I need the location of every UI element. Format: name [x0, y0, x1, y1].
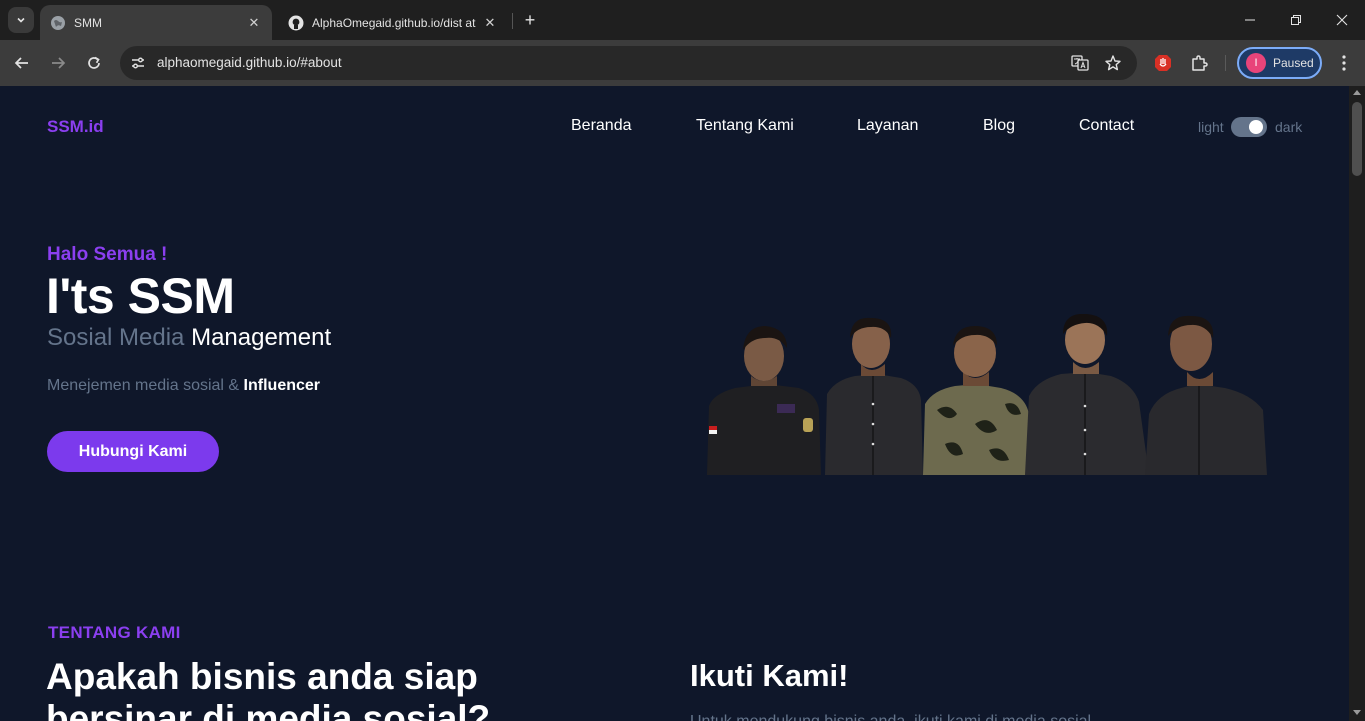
chevron-down-icon: [17, 17, 25, 23]
browser-menu-button[interactable]: [1333, 51, 1355, 75]
hero-subtitle: Sosial Media Management: [47, 324, 331, 352]
page-viewport: SSM.id Beranda Tentang Kami Layanan Blog…: [0, 86, 1349, 721]
light-mode-label: light: [1198, 119, 1224, 135]
bookmark-star-icon[interactable]: [1103, 53, 1123, 73]
tab-title: SMM: [74, 15, 102, 30]
tab-title: AlphaOmegaid.github.io/dist at: [312, 15, 476, 30]
follow-us-text: Untuk mendukung bisnis anda, ikuti kami …: [690, 713, 1091, 721]
extensions-puzzle-icon[interactable]: [1187, 51, 1211, 75]
tab-divider: [512, 13, 513, 29]
browser-tab-active[interactable]: SMM ✕: [40, 5, 272, 40]
toggle-knob: [1249, 120, 1263, 134]
browser-tab-bar: SMM ✕ AlphaOmegaid.github.io/dist at ✕ +: [0, 0, 1365, 40]
hero-subtitle-strong: Management: [191, 324, 332, 351]
globe-icon: [50, 15, 66, 31]
team-member-1: [707, 326, 821, 475]
hero-greeting: Halo Semua !: [47, 244, 168, 265]
hero-title: I'ts SSM: [46, 268, 235, 324]
new-tab-button[interactable]: +: [519, 9, 541, 31]
profile-status: Paused: [1273, 56, 1314, 70]
about-title: Apakah bisnis anda siap bersinar di medi…: [46, 656, 491, 721]
scroll-up-arrow-icon[interactable]: [1353, 90, 1361, 95]
hero-description-strong: Influencer: [243, 377, 321, 394]
address-bar[interactable]: alphaomegaid.github.io/#about: [120, 46, 1137, 80]
arrow-right-icon: [52, 57, 66, 69]
dark-mode-toggle[interactable]: [1231, 117, 1267, 137]
back-button[interactable]: [10, 51, 34, 75]
nav-link-layanan[interactable]: Layanan: [857, 117, 918, 135]
follow-us-title: Ikuti Kami!: [690, 658, 849, 693]
team-member-2: [825, 317, 923, 475]
nav-link-tentang-kami[interactable]: Tentang Kami: [696, 117, 794, 135]
close-icon[interactable]: ✕: [482, 15, 498, 31]
close-icon[interactable]: ✕: [246, 15, 262, 31]
extension-shield-icon[interactable]: [1151, 51, 1175, 75]
nav-link-blog[interactable]: Blog: [983, 117, 1015, 135]
minimize-button[interactable]: [1227, 5, 1273, 35]
restore-icon: [1291, 15, 1301, 25]
reload-icon: [88, 56, 100, 69]
profile-button[interactable]: I Paused: [1237, 47, 1322, 79]
hero-description-muted: Menejemen media sosial &: [47, 377, 240, 394]
about-section-label: TENTANG KAMI: [48, 623, 181, 642]
arrow-left-icon: [14, 57, 28, 69]
url-text: alphaomegaid.github.io/#about: [157, 55, 342, 70]
close-icon: [1336, 14, 1348, 26]
tab-search-button[interactable]: [8, 7, 34, 33]
nav-link-beranda[interactable]: Beranda: [571, 117, 632, 135]
dark-mode-label: dark: [1275, 119, 1303, 135]
browser-toolbar: alphaomegaid.github.io/#about I Paused: [0, 40, 1365, 86]
avatar: I: [1246, 53, 1266, 73]
team-member-5: [1145, 315, 1267, 475]
reload-button[interactable]: [82, 51, 106, 75]
nav-link-contact[interactable]: Contact: [1079, 117, 1134, 135]
team-photo: [707, 314, 1267, 475]
browser-tab[interactable]: AlphaOmegaid.github.io/dist at ✕: [278, 5, 508, 40]
minimize-icon: [1245, 19, 1255, 21]
scroll-down-arrow-icon[interactable]: [1353, 710, 1361, 715]
site-logo[interactable]: SSM.id: [47, 117, 104, 137]
hero-description: Menejemen media sosial & Influencer: [47, 377, 320, 395]
contact-us-button[interactable]: Hubungi Kami: [47, 431, 219, 472]
restore-button[interactable]: [1273, 5, 1319, 35]
more-vertical-icon: [1342, 55, 1346, 71]
forward-button[interactable]: [46, 51, 70, 75]
hero-subtitle-muted: Sosial Media: [47, 324, 185, 351]
scroll-thumb[interactable]: [1352, 102, 1362, 176]
toolbar-divider: [1225, 55, 1226, 71]
site-info-icon[interactable]: [126, 51, 150, 75]
team-member-3: [923, 326, 1031, 475]
page-scrollbar[interactable]: [1349, 86, 1365, 721]
github-icon: [288, 15, 304, 31]
translate-icon[interactable]: [1070, 53, 1090, 73]
team-member-4: [1025, 314, 1149, 475]
close-window-button[interactable]: [1319, 5, 1365, 35]
